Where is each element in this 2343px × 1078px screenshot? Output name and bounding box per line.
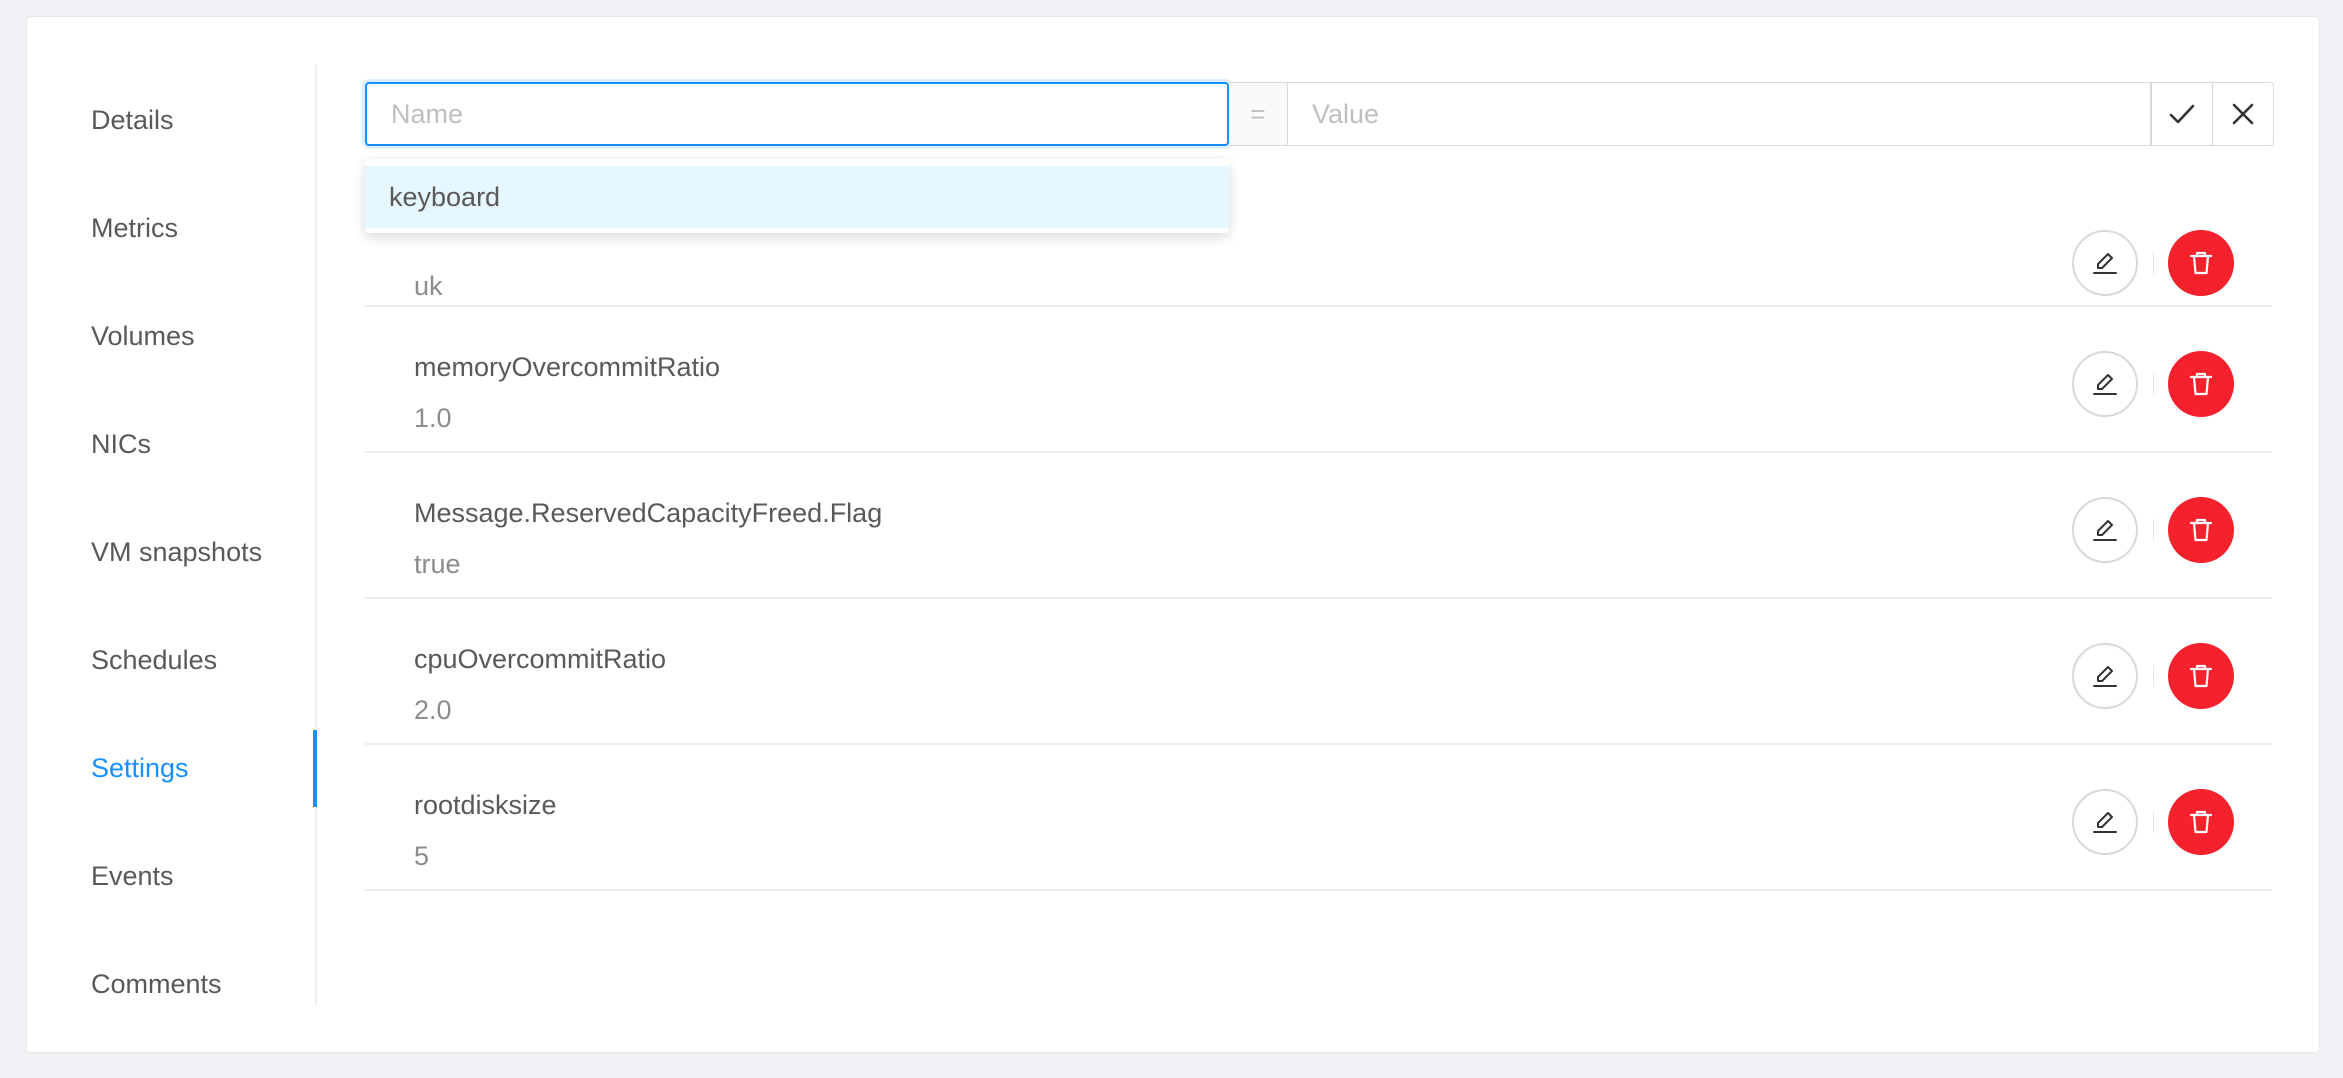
setting-key: cpuOvercommitRatio [414,644,667,674]
settings-panel: = keyboard [365,65,2274,1005]
delete-button[interactable] [2168,789,2234,855]
setting-row: cpuOvercommitRatio 2.0 [365,599,2272,745]
row-actions [2072,643,2236,709]
setting-row: memoryOvercommitRatio 1.0 [365,307,2272,453]
equals-separator: = [1229,82,1287,146]
tab-volumes[interactable]: Volumes [91,320,195,352]
setting-row: Message.ReservedCapacityFreed.Flag true [365,453,2272,599]
tab-settings[interactable]: Settings [91,752,189,784]
edit-icon [2090,661,2120,691]
tab-details[interactable]: Details [91,104,174,136]
tab-vm-snapshots[interactable]: VM snapshots [91,536,262,568]
autocomplete-dropdown: keyboard [365,159,1229,233]
delete-icon [2186,661,2216,691]
edit-icon [2090,369,2120,399]
edit-button[interactable] [2072,497,2138,563]
delete-button[interactable] [2168,351,2234,417]
autocomplete-option[interactable]: keyboard [365,166,1229,228]
tab-schedules[interactable]: Schedules [91,644,217,676]
row-actions [2072,230,2236,296]
row-actions [2072,351,2236,417]
edit-button[interactable] [2072,643,2138,709]
delete-button[interactable] [2168,497,2234,563]
setting-value-input[interactable] [1287,82,2151,146]
tab-metrics[interactable]: Metrics [91,212,178,244]
delete-icon [2186,807,2216,837]
tab-events[interactable]: Events [91,860,174,892]
edit-button[interactable] [2072,351,2138,417]
setting-row: rootdisksize 5 [365,745,2272,891]
action-divider [2153,252,2154,274]
action-divider [2153,811,2154,833]
close-icon [2229,100,2257,128]
edit-button[interactable] [2072,789,2138,855]
delete-icon [2186,369,2216,399]
action-divider [2153,373,2154,395]
setting-name-input[interactable] [365,82,1229,146]
row-actions [2072,789,2236,855]
setting-value: true [414,549,461,579]
cancel-button[interactable] [2212,82,2274,146]
active-tab-indicator [313,730,317,807]
delete-icon [2186,515,2216,545]
tab-sidebar: Details Metrics Volumes NICs VM snapshot… [27,65,317,1005]
edit-icon [2090,807,2120,837]
setting-key: Message.ReservedCapacityFreed.Flag [414,498,883,528]
edit-icon [2090,515,2120,545]
setting-value: uk [414,271,443,301]
setting-value: 5 [414,841,430,871]
edit-icon [2090,248,2120,278]
action-divider [2153,665,2154,687]
tab-nics[interactable]: NICs [91,428,151,460]
row-actions [2072,497,2236,563]
setting-key: rootdisksize [414,790,557,820]
action-divider [2153,519,2154,541]
setting-value: 1.0 [414,403,452,433]
settings-list: keyboard uk me [365,161,2272,891]
delete-button[interactable] [2168,643,2234,709]
confirm-button[interactable] [2151,82,2213,146]
settings-card: Details Metrics Volumes NICs VM snapshot… [26,16,2320,1053]
check-icon [2167,99,2197,129]
setting-key: memoryOvercommitRatio [414,352,721,382]
setting-value: 2.0 [414,695,452,725]
delete-button[interactable] [2168,230,2234,296]
edit-button[interactable] [2072,230,2138,296]
tab-comments[interactable]: Comments [91,968,222,1000]
delete-icon [2186,248,2216,278]
add-setting-form: = [365,82,2274,146]
